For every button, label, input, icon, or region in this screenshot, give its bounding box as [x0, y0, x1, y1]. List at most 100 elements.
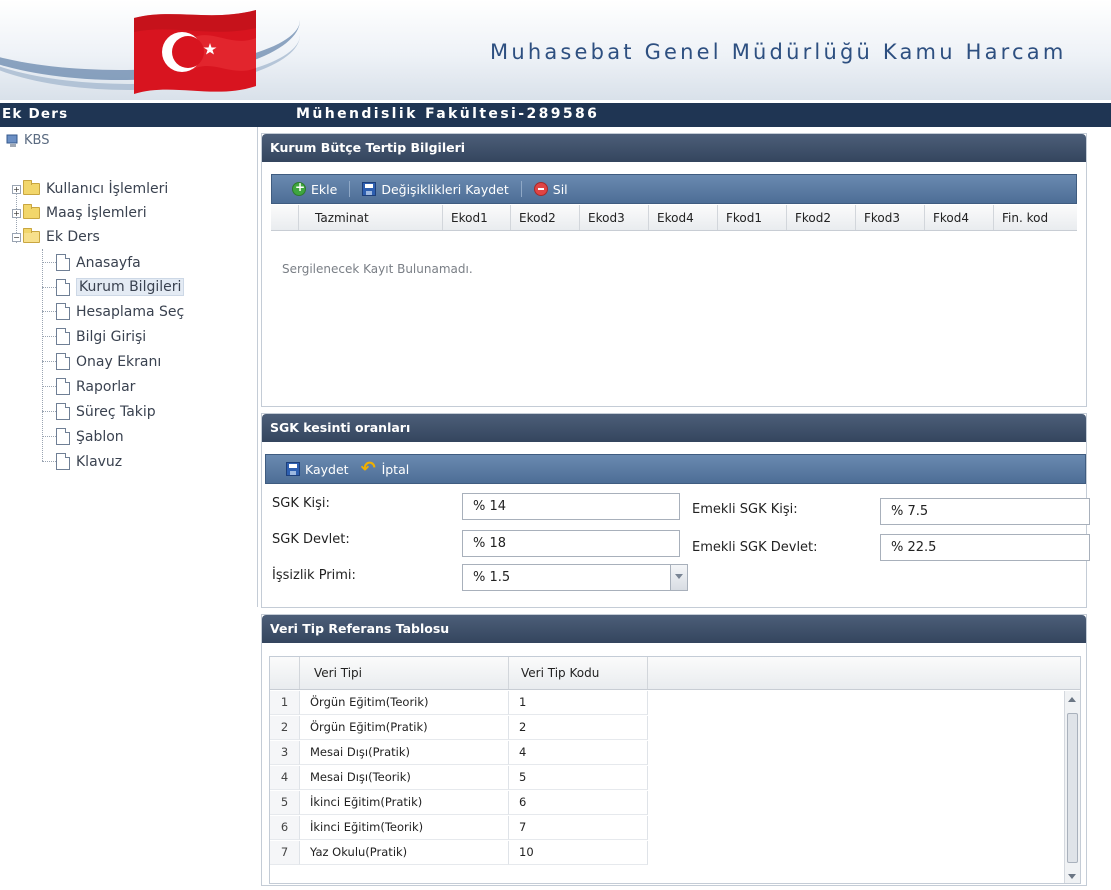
tree-folder-kullanici[interactable]: + Kullanıcı İşlemleri [12, 180, 168, 197]
row-number: 7 [270, 841, 300, 865]
tree-folder-label: Maaş İşlemleri [46, 205, 147, 221]
tree-item-onay-ekrani[interactable]: Onay Ekranı [42, 353, 161, 370]
delete-button[interactable]: Sil [528, 182, 574, 197]
tree-root-kbs[interactable]: KBS [6, 133, 49, 148]
tree-item-label: Onay Ekranı [76, 353, 162, 370]
tree-item-label: Hesaplama Seç [76, 303, 185, 320]
scrollbar-thumb[interactable] [1067, 713, 1078, 863]
emekli-sgk-devlet-input[interactable]: % 22.5 [880, 534, 1090, 561]
table-row[interactable]: 2 Örgün Eğitim(Pratik) 2 [270, 716, 648, 740]
column-header-filler [648, 657, 1080, 689]
veri-tipi-cell: Örgün Eğitim(Pratik) [300, 716, 509, 740]
page-icon [56, 428, 70, 445]
column-header[interactable]: Veri Tipi [300, 657, 509, 689]
header-title: Muhasebat Genel Müdürlüğü Kamu Harcam [490, 40, 1067, 64]
app-header: Muhasebat Genel Müdürlüğü Kamu Harcam [0, 0, 1111, 100]
sgk-kisi-input[interactable]: % 14 [462, 493, 680, 520]
undo-icon [361, 458, 377, 479]
module-label: Ek Ders [2, 106, 69, 122]
folder-icon [23, 204, 40, 219]
sgk-toolbar: Kaydet İptal [265, 454, 1086, 484]
column-header[interactable]: Ekod2 [511, 205, 580, 230]
veri-tip-panel: Veri Tip Referans Tablosu Veri Tipi Veri… [261, 614, 1087, 886]
veri-tipi-cell: Yaz Okulu(Pratik) [300, 841, 509, 865]
sgk-devlet-label: SGK Devlet: [272, 532, 350, 547]
tree-item-label: Şablon [76, 428, 124, 445]
table-row[interactable]: 6 İkinci Eğitim(Teorik) 7 [270, 816, 648, 840]
dropdown-arrow-icon[interactable] [670, 565, 687, 590]
row-number: 3 [270, 741, 300, 765]
save-changes-button[interactable]: Değişiklikleri Kaydet [356, 182, 514, 197]
column-header[interactable]: Veri Tip Kodu [509, 657, 648, 689]
tree-item-sablon[interactable]: Şablon [42, 428, 124, 445]
page-icon [56, 453, 70, 470]
save-icon [286, 462, 300, 476]
tree-item-bilgi-girisi[interactable]: Bilgi Girişi [42, 328, 146, 345]
table-row[interactable]: 7 Yaz Okulu(Pratik) 10 [270, 841, 648, 865]
vertical-scrollbar[interactable] [1064, 691, 1080, 883]
delete-button-label: Sil [552, 181, 568, 197]
tree-item-surec-takip[interactable]: Süreç Takip [42, 403, 156, 420]
row-number: 1 [270, 691, 300, 715]
tree-item-label: Süreç Takip [76, 403, 156, 420]
tree-item-hesaplama-sec[interactable]: Hesaplama Seç [42, 303, 184, 320]
collapse-icon[interactable]: − [12, 232, 21, 242]
panel-title: Kurum Bütçe Tertip Bilgileri [262, 134, 1086, 162]
column-header[interactable]: Fkod2 [787, 205, 856, 230]
tree-item-label: Anasayfa [76, 254, 141, 271]
kurum-grid-header: Tazminat Ekod1 Ekod2 Ekod3 Ekod4 Fkod1 F… [271, 205, 1077, 231]
column-header[interactable]: Ekod1 [443, 205, 511, 230]
add-icon [292, 180, 306, 196]
table-row[interactable]: 3 Mesai Dışı(Pratik) 4 [270, 741, 648, 765]
column-header[interactable]: Ekod3 [580, 205, 649, 230]
tree-item-klavuz[interactable]: Klavuz [42, 453, 122, 470]
table-row[interactable]: 5 İkinci Eğitim(Pratik) 6 [270, 791, 648, 815]
turkish-flag-icon [134, 10, 256, 94]
tree-folder-maas[interactable]: + Maaş İşlemleri [12, 204, 147, 221]
tree-root-label: KBS [24, 133, 50, 148]
page-icon [56, 254, 70, 271]
tree-item-label: Raporlar [76, 378, 136, 395]
cancel-button-label: İptal [381, 461, 410, 477]
scroll-down-arrow-icon[interactable] [1068, 874, 1076, 879]
veri-tip-grid: Veri Tipi Veri Tip Kodu 1 Örgün Eğitim(T… [269, 656, 1081, 884]
veri-tip-kodu-cell: 2 [509, 716, 648, 740]
tree-item-anasayfa[interactable]: Anasayfa [42, 254, 141, 271]
column-header[interactable]: Fkod3 [856, 205, 925, 230]
kurum-butce-panel: Kurum Bütçe Tertip Bilgileri Ekle Değişi… [261, 133, 1087, 407]
page-icon [56, 328, 70, 345]
issizlik-primi-select[interactable]: % 1.5 [462, 564, 688, 591]
save-changes-label: Değişiklikleri Kaydet [381, 181, 509, 197]
row-number: 2 [270, 716, 300, 740]
panel-title: SGK kesinti oranları [262, 414, 1086, 442]
save-button[interactable]: Kaydet [280, 462, 355, 477]
tree-folder-ek-ders[interactable]: − Ek Ders [12, 228, 100, 245]
sgk-devlet-input[interactable]: % 18 [462, 530, 680, 557]
cancel-button[interactable]: İptal [355, 458, 416, 479]
column-header[interactable]: Fkod4 [925, 205, 994, 230]
scroll-up-arrow-icon[interactable] [1068, 697, 1076, 702]
expand-icon[interactable]: + [12, 208, 21, 218]
tree-item-raporlar[interactable]: Raporlar [42, 378, 135, 395]
column-header[interactable]: Fkod1 [718, 205, 787, 230]
tree-item-kurum-bilgileri[interactable]: Kurum Bilgileri [42, 278, 185, 296]
emekli-sgk-kisi-label: Emekli SGK Kişi: [692, 502, 798, 517]
add-button[interactable]: Ekle [286, 180, 343, 197]
table-row[interactable]: 1 Örgün Eğitim(Teorik) 1 [270, 691, 648, 715]
tree-item-label: Kurum Bilgileri [76, 278, 185, 296]
column-header[interactable]: Fin. kod [994, 205, 1077, 230]
table-row[interactable]: 4 Mesai Dışı(Teorik) 5 [270, 766, 648, 790]
veri-tipi-cell: İkinci Eğitim(Teorik) [300, 816, 509, 840]
kurum-toolbar: Ekle Değişiklikleri Kaydet Sil [271, 174, 1077, 204]
panel-title: Veri Tip Referans Tablosu [262, 615, 1086, 643]
veri-tip-kodu-cell: 6 [509, 791, 648, 815]
emekli-sgk-devlet-label: Emekli SGK Devlet: [692, 540, 818, 555]
expand-icon[interactable]: + [12, 184, 21, 194]
open-folder-icon [23, 228, 40, 243]
column-header[interactable]: Tazminat [299, 205, 443, 230]
column-header[interactable]: Ekod4 [649, 205, 718, 230]
emekli-sgk-kisi-input[interactable]: % 7.5 [880, 498, 1090, 525]
page-icon [56, 353, 70, 370]
veri-tipi-cell: Mesai Dışı(Pratik) [300, 741, 509, 765]
veri-tip-kodu-cell: 4 [509, 741, 648, 765]
